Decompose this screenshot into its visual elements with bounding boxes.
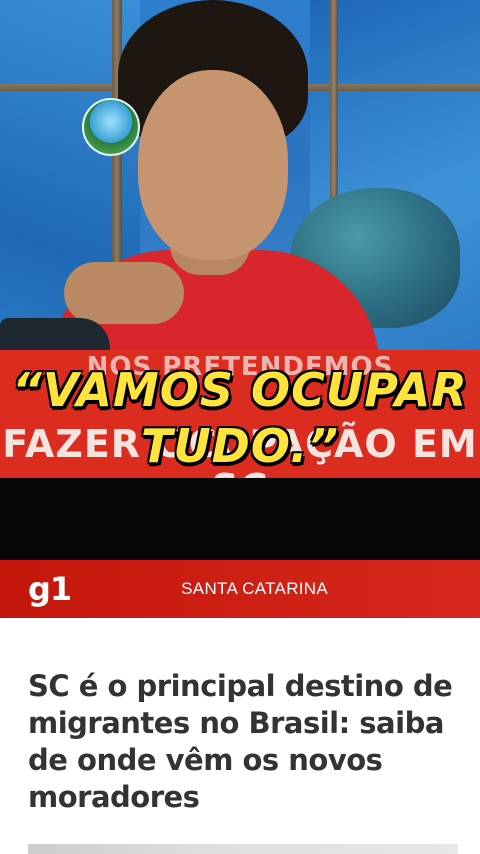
quote-line-1: “VAMOS OCUPAR — [11, 362, 468, 418]
video-frame — [0, 0, 480, 350]
article-subtext-cutoff — [28, 844, 458, 854]
speaker-face — [138, 70, 288, 260]
quote-line-2: TUDO.” — [140, 418, 340, 474]
caption-black-band — [0, 478, 480, 560]
section-label[interactable]: SANTA CATARINA — [181, 579, 328, 599]
channel-logo-icon — [82, 98, 140, 156]
article-headline[interactable]: SC é o principal destino de migrantes no… — [28, 668, 458, 816]
speaker-hand — [64, 262, 184, 324]
g1-logo[interactable]: g1 — [28, 570, 72, 608]
article-card: SC é o principal destino de migrantes no… — [0, 618, 480, 854]
quote-overlay: “VAMOS OCUPAR TUDO.” — [0, 362, 480, 474]
news-header-bar: g1 SANTA CATARINA — [0, 560, 480, 618]
microphone — [0, 318, 110, 350]
